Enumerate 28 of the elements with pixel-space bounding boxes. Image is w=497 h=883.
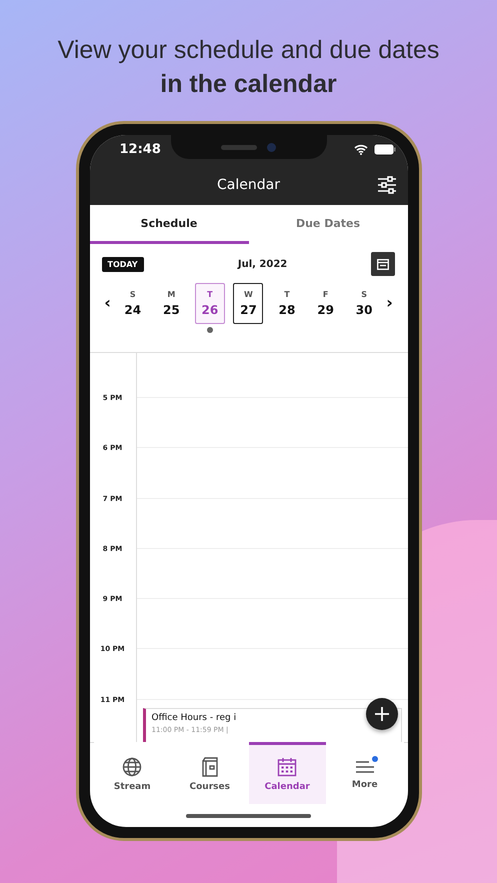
today-button[interactable]: TODAY: [102, 256, 144, 272]
status-time: 12:48: [120, 142, 161, 157]
day-cell[interactable]: M 25: [156, 283, 186, 324]
headline: View your schedule and due dates: [56, 35, 440, 66]
event-title: Office Hours - reg i: [152, 712, 236, 723]
next-week-arrow[interactable]: ›: [384, 295, 396, 311]
menu-icon: [354, 759, 375, 775]
headline-emphasis: in the calendar: [159, 69, 338, 100]
plus-icon: [374, 706, 390, 722]
nav-title: Calendar: [217, 176, 280, 192]
tab-bar-item[interactable]: Calendar: [248, 742, 326, 804]
filter-icon[interactable]: [376, 176, 396, 194]
book-icon: [200, 757, 219, 777]
calendar-icon: [277, 757, 298, 777]
day-cell[interactable]: T 28: [272, 283, 302, 324]
globe-icon: [122, 757, 142, 777]
day-cell[interactable]: S 30: [349, 283, 380, 324]
previous-week-arrow[interactable]: ‹: [102, 295, 114, 311]
day-cell[interactable]: S 24: [118, 283, 148, 324]
month-label: Jul, 2022: [238, 258, 288, 270]
battery-icon: [374, 144, 396, 155]
calendar-view-button[interactable]: [371, 252, 396, 276]
day-cell[interactable]: W 27: [233, 283, 264, 324]
wifi-icon: [354, 144, 368, 155]
add-button[interactable]: [366, 698, 398, 730]
day-cell[interactable]: T 26: [194, 283, 225, 324]
day-cell[interactable]: F 29: [310, 283, 341, 324]
calendar-view-icon: [377, 258, 390, 270]
